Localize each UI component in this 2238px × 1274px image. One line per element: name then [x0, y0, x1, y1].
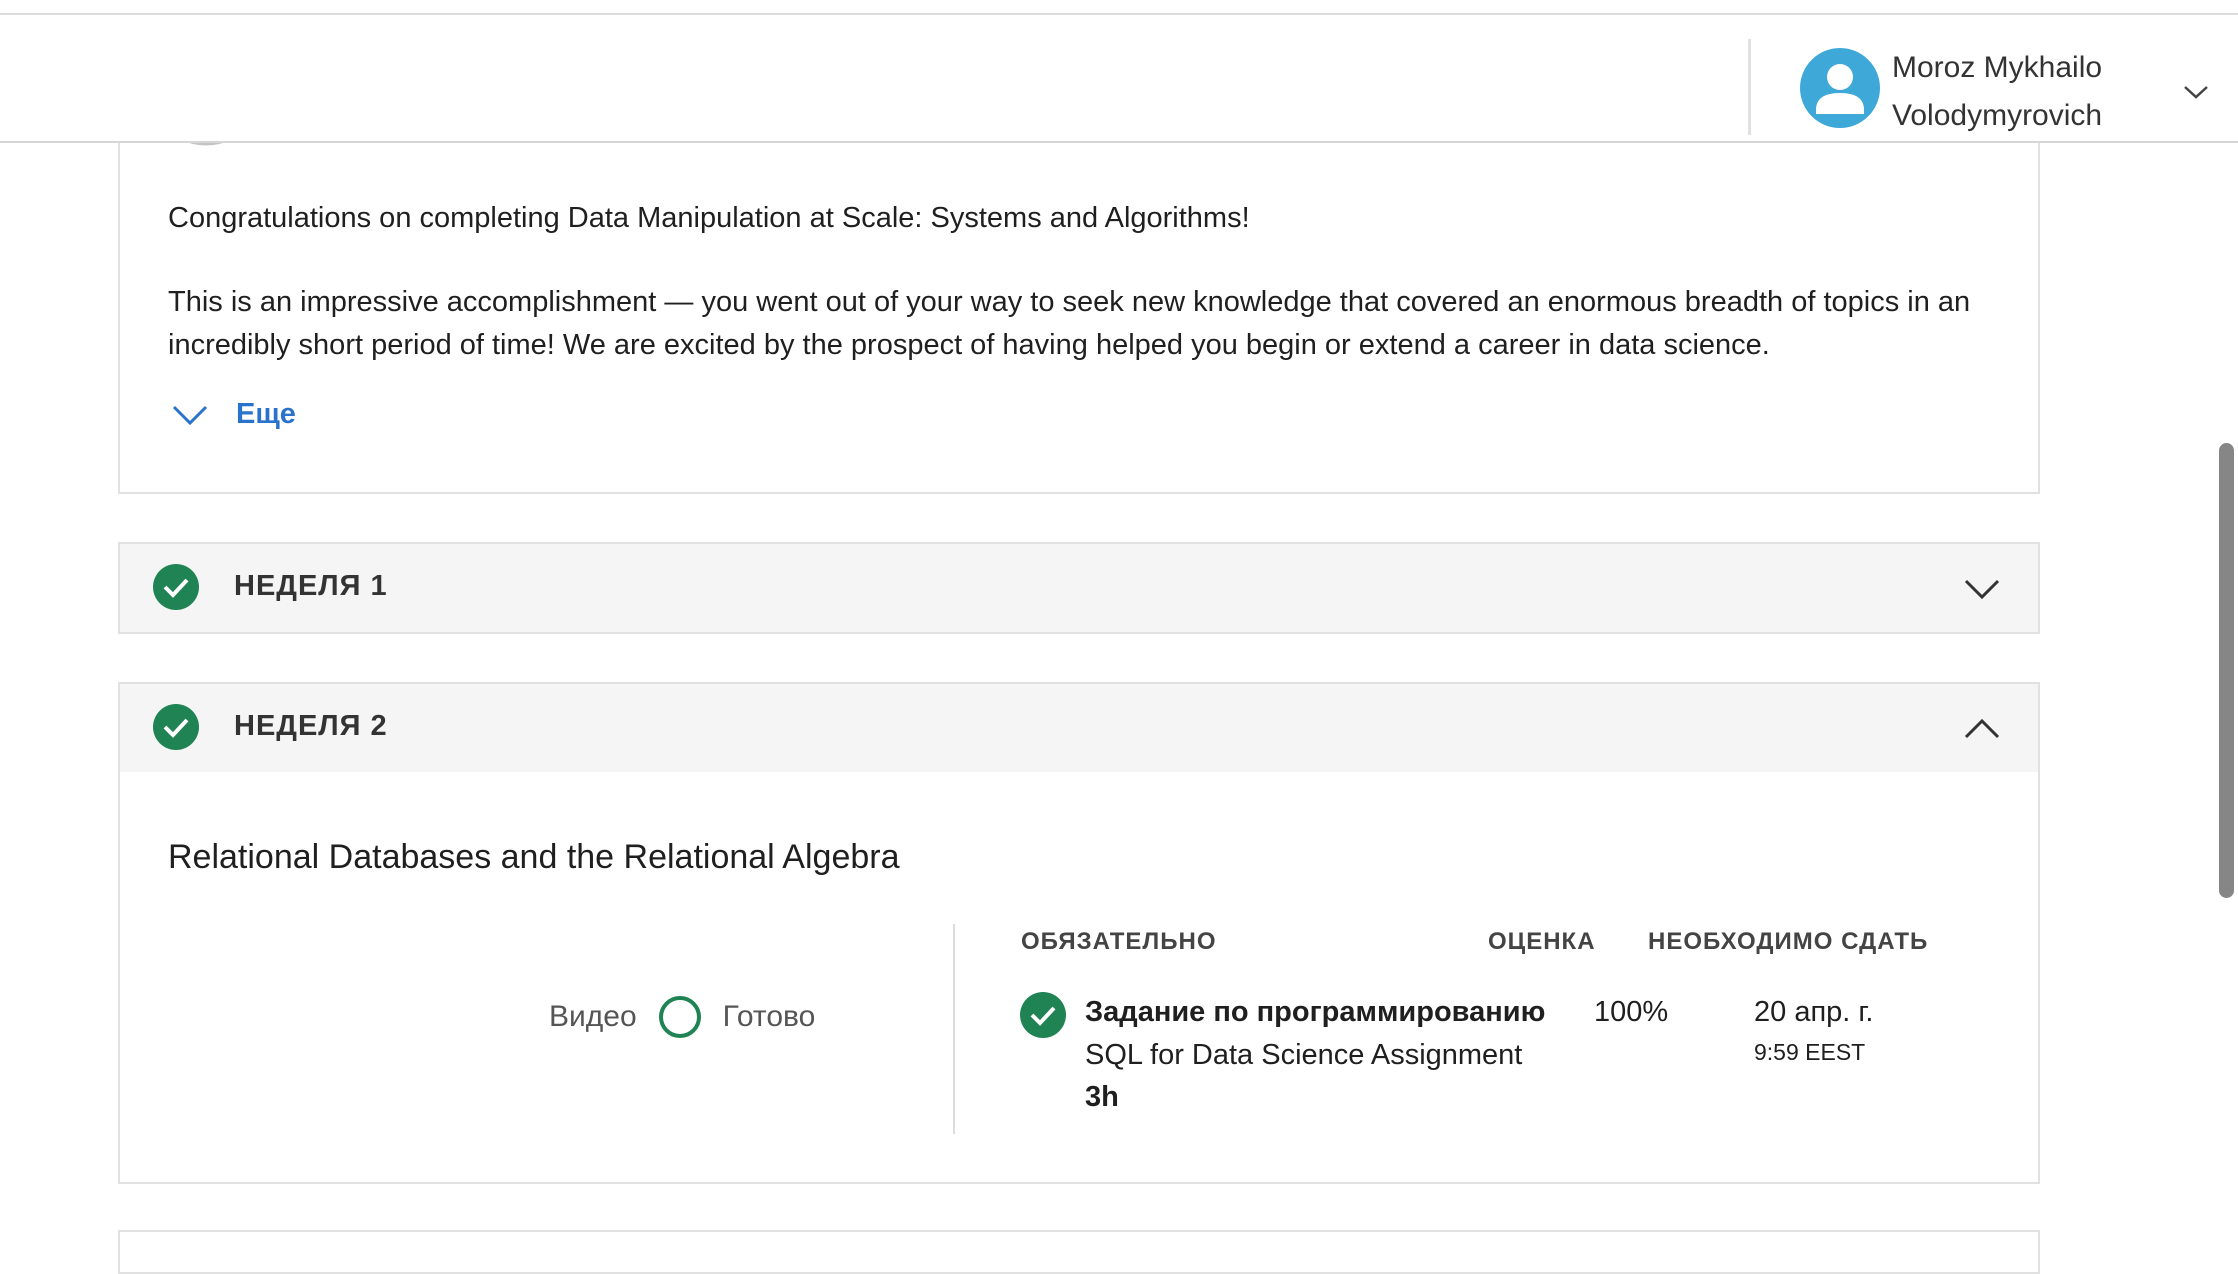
week-2-label: НЕДЕЛЯ 2	[234, 710, 388, 742]
check-circle-icon	[153, 564, 199, 610]
show-more-link[interactable]: Еще	[172, 398, 296, 431]
browser-top-strip	[0, 0, 2238, 15]
due-column-header: НЕОБХОДИМО СДАТЬ	[1648, 928, 1929, 955]
assignment-due-date: 20 апр. г.	[1754, 996, 1874, 1028]
grade-column-header: ОЦЕНКА	[1488, 928, 1596, 955]
user-menu-chevron-down-icon[interactable]	[2182, 83, 2210, 101]
video-label: Видео	[549, 1000, 637, 1033]
week-1-label: НЕДЕЛЯ 1	[234, 570, 388, 602]
chevron-down-icon	[172, 405, 208, 425]
assignment-duration: 3h	[1085, 1081, 1119, 1113]
column-divider	[953, 924, 955, 1134]
check-circle-icon	[153, 704, 199, 750]
next-week-card	[118, 1230, 2040, 1274]
video-status-label: Готово	[722, 1000, 816, 1033]
user-avatar-icon[interactable]	[1800, 48, 1880, 128]
header-divider	[1748, 39, 1751, 135]
show-more-label: Еще	[236, 398, 296, 430]
empty-circle-icon	[658, 996, 701, 1038]
top-header: Moroz Mykhailo Volodymyrovich	[0, 15, 2238, 143]
check-circle-icon	[1020, 992, 1066, 1038]
user-name-line2: Volodymyrovich	[1892, 99, 2103, 132]
week-1-row[interactable]: НЕДЕЛЯ 1	[118, 542, 2040, 634]
user-name-line1: Moroz Mykhailo	[1892, 51, 2103, 84]
week-2-content	[118, 772, 2040, 1184]
assignment-name[interactable]: SQL for Data Science Assignment	[1085, 1039, 1522, 1072]
congratulations-text: Congratulations on completing Data Manip…	[168, 202, 1250, 234]
video-status: Видео Готово	[549, 996, 815, 1038]
assignment-grade: 100%	[1594, 996, 1669, 1028]
week-2-row[interactable]: НЕДЕЛЯ 2	[118, 682, 2040, 774]
accomplishment-text: This is an impressive accomplishment — y…	[168, 286, 1971, 361]
assignment-type[interactable]: Задание по программированию	[1085, 996, 1545, 1029]
lesson-title[interactable]: Relational Databases and the Relational …	[168, 838, 900, 877]
user-name[interactable]: Moroz Mykhailo Volodymyrovich	[1892, 44, 2102, 140]
chevron-up-icon	[1964, 718, 2000, 739]
assignment-due-time: 9:59 EEST	[1754, 1039, 1866, 1065]
required-column-header: ОБЯЗАТЕЛЬНО	[1021, 928, 1217, 955]
chevron-down-icon	[1964, 579, 2000, 600]
scrollbar-thumb[interactable]	[2219, 443, 2234, 898]
